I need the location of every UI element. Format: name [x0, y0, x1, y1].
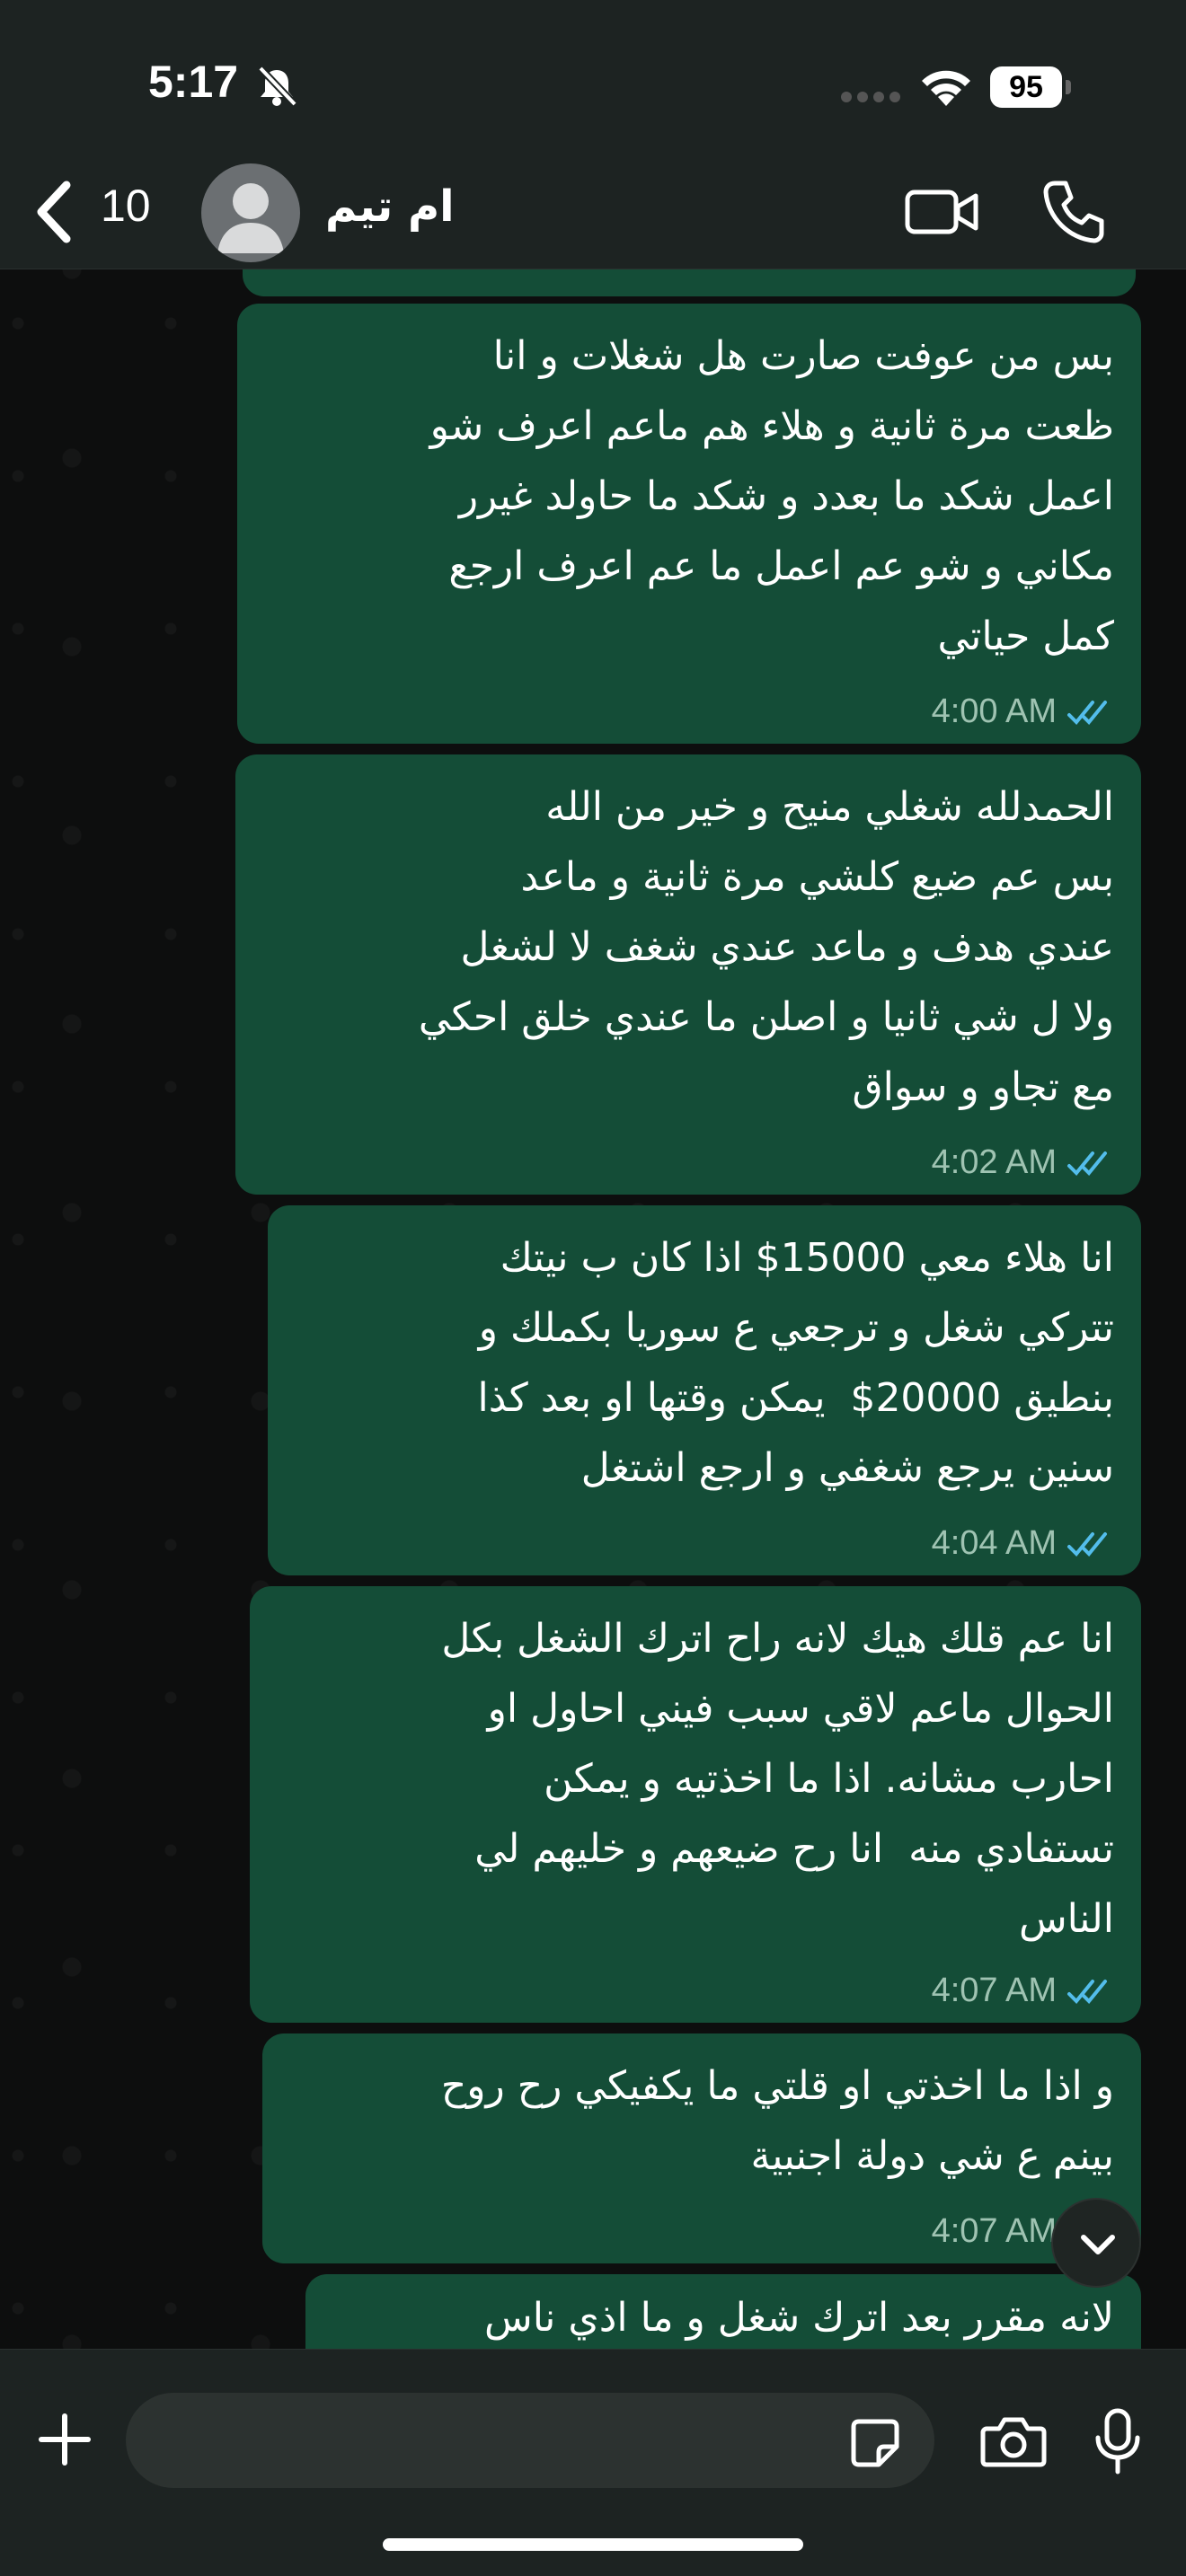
- message-text: لانه مقرر بعد اترك شغل و ما اذي ناس: [483, 2295, 1114, 2341]
- message-time: 4:02 AM: [931, 1143, 1057, 1181]
- bell-slash-icon: [258, 66, 297, 107]
- chevron-left-icon[interactable]: [31, 176, 77, 248]
- contact-name[interactable]: ام تيم: [325, 181, 455, 232]
- message-time: 4:00 AM: [931, 693, 1057, 730]
- double-check-icon: [1067, 1151, 1107, 1176]
- double-check-icon: [1067, 1531, 1107, 1557]
- message-meta: 4:07 AM: [932, 1972, 1116, 2010]
- status-bar: 5:17 95: [0, 0, 1186, 162]
- battery-tip: [1066, 80, 1071, 94]
- message-meta: 4:00 AM: [932, 693, 1116, 731]
- chevron-down-icon: [1081, 2235, 1115, 2254]
- message-text: انا عم قلك هيك لانه راح اترك الشغل بكل ا…: [441, 1616, 1114, 1942]
- double-check-icon: [1067, 700, 1107, 725]
- message-text: بس من عوفت صارت هل شغلات و انا ظعت مرة ث…: [429, 333, 1114, 659]
- message-input[interactable]: [126, 2393, 934, 2488]
- avatar[interactable]: [201, 163, 300, 262]
- wifi-icon: [922, 70, 970, 106]
- sticker-icon[interactable]: [848, 2416, 902, 2470]
- home-indicator[interactable]: [383, 2538, 803, 2551]
- message-bubble[interactable]: الحمدلله شغلي منيح و خير من الله بس عم ض…: [235, 754, 1141, 1195]
- chat-header: 10 ام تيم: [0, 162, 1186, 269]
- cellular-signal-icon: [841, 92, 900, 102]
- video-camera-icon[interactable]: [904, 183, 979, 241]
- message-meta: 4:04 AM: [932, 1524, 1116, 1563]
- camera-icon[interactable]: [979, 2413, 1048, 2470]
- message-text: الحمدلله شغلي منيح و خير من الله بس عم ض…: [418, 784, 1114, 1110]
- message-time: 4:07 AM: [931, 1972, 1057, 2009]
- unread-count[interactable]: 10: [101, 180, 151, 232]
- message-time: 4:07 AM: [931, 2212, 1057, 2250]
- message-meta: 4:02 AM: [932, 1143, 1116, 1182]
- battery-level: 95: [990, 66, 1062, 108]
- plus-icon[interactable]: [36, 2411, 93, 2468]
- message-time: 4:04 AM: [931, 1524, 1057, 1562]
- message-bubble[interactable]: انا هلاء معي 15000$ اذا كان ب نيتك تتركي…: [268, 1205, 1141, 1575]
- message-bubble[interactable]: بس من عوفت صارت هل شغلات و انا ظعت مرة ث…: [237, 304, 1141, 744]
- message-bubble[interactable]: و اذا ما اخذتي او قلتي ما يكفيكي رح روح …: [262, 2033, 1141, 2263]
- battery-indicator: 95: [990, 66, 1071, 108]
- message-bubble-partial: [243, 269, 1136, 296]
- scroll-down-button[interactable]: [1051, 2198, 1141, 2288]
- message-text: و اذا ما اخذتي او قلتي ما يكفيكي رح روح …: [440, 2063, 1114, 2179]
- microphone-icon[interactable]: [1091, 2407, 1145, 2475]
- person-icon: [217, 183, 284, 253]
- message-bubble[interactable]: انا عم قلك هيك لانه راح اترك الشغل بكل ا…: [250, 1586, 1141, 2023]
- status-time: 5:17: [148, 57, 239, 107]
- double-check-icon: [1067, 1979, 1107, 2004]
- phone-icon[interactable]: [1042, 178, 1105, 244]
- message-text: انا هلاء معي 15000$ اذا كان ب نيتك تتركي…: [477, 1235, 1114, 1491]
